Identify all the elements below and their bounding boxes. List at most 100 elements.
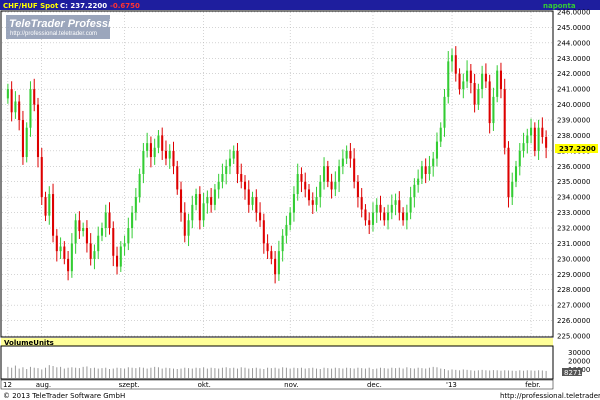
price-tick-label: 236.0000 — [557, 163, 590, 171]
candle-down — [353, 158, 356, 182]
candle-up — [225, 166, 228, 174]
candle-down — [383, 212, 386, 221]
candle-up — [450, 55, 454, 62]
candle-down — [262, 220, 265, 244]
time-tick-label: okt. — [198, 381, 211, 389]
candle-down — [36, 104, 40, 158]
candle-up — [82, 228, 85, 232]
candle-down — [259, 212, 262, 221]
candle-down — [33, 89, 36, 105]
candle-up — [481, 73, 484, 90]
candle-up — [390, 204, 393, 213]
candle-down — [326, 166, 329, 182]
price-tick-label: 242.0000 — [557, 70, 590, 78]
candle-down — [424, 166, 427, 174]
candle-up — [432, 158, 435, 167]
watermark-brand: TeleTrader Professional — [9, 18, 135, 30]
candle-up — [447, 61, 450, 97]
price-tick-label: 232.0000 — [557, 225, 590, 233]
candle-down — [112, 228, 115, 256]
candle-down — [330, 181, 333, 190]
price-tick-label: 240.0000 — [557, 101, 590, 109]
candle-up — [443, 96, 446, 128]
candle-up — [371, 212, 375, 225]
header-change: -0.6750 — [110, 2, 140, 10]
price-tick-label: 231.0000 — [557, 240, 590, 248]
candle-up — [206, 197, 209, 204]
candle-up — [323, 166, 326, 182]
candle-down — [52, 194, 55, 236]
time-tick-label: dec. — [367, 381, 382, 389]
candle-up — [29, 89, 32, 128]
price-axis: 246.0000 245.0000 244.0000 243.0000 242.0000… — [557, 9, 590, 341]
candle-down — [458, 73, 461, 90]
volume-panel — [0, 345, 554, 380]
candle-up — [537, 127, 540, 151]
candle-down — [364, 209, 367, 221]
candle-up — [138, 174, 141, 198]
price-tick-label: 227.0000 — [557, 302, 590, 310]
price-tick-label: 228.0000 — [557, 286, 590, 294]
candle-up — [104, 212, 107, 228]
candle-up — [70, 243, 73, 272]
candle-up — [202, 203, 205, 221]
candle-down — [307, 189, 311, 201]
candle-down — [243, 181, 247, 190]
candle-up — [25, 127, 28, 158]
candle-down — [473, 82, 476, 105]
price-tick-label: 245.0000 — [557, 24, 590, 32]
candle-down — [507, 147, 510, 198]
candle-down — [402, 212, 405, 221]
candle-down — [164, 150, 168, 159]
candle-up — [514, 166, 518, 182]
candle-down — [398, 200, 401, 213]
candle-up — [530, 127, 533, 136]
candle-up — [97, 235, 100, 252]
candle-up — [292, 194, 295, 213]
candle-up — [281, 235, 284, 252]
candle-up — [221, 174, 224, 182]
candle-up — [296, 174, 299, 195]
candle-down — [488, 81, 491, 124]
candle-up — [435, 141, 439, 159]
price-tick-label: 225.0000 — [557, 333, 590, 341]
candle-up — [119, 246, 122, 267]
price-tick-label: 233.0000 — [557, 209, 590, 217]
time-tick-label: nov. — [284, 381, 299, 389]
candle-down — [270, 251, 273, 259]
candle-down — [499, 70, 502, 90]
candle-up — [522, 143, 525, 151]
time-tick-label: '13 — [446, 381, 457, 389]
candle-down — [349, 150, 352, 159]
candle-up — [394, 200, 397, 205]
candle-up — [187, 220, 190, 236]
candle-down — [176, 166, 179, 190]
candle-down — [454, 55, 457, 74]
candle-down — [21, 120, 24, 158]
candle-up — [375, 204, 378, 213]
candle-up — [334, 181, 337, 190]
candle-up — [319, 181, 322, 198]
candle-up — [345, 150, 348, 159]
candle-down — [85, 228, 88, 244]
candle-down — [115, 255, 119, 267]
candle-down — [356, 181, 359, 198]
candle-down — [198, 194, 201, 221]
candle-down — [18, 101, 21, 120]
candle-up — [413, 184, 416, 198]
candle-down — [89, 243, 92, 259]
volume-tick-label: 20000 — [568, 357, 590, 365]
candle-down — [210, 197, 213, 205]
candle-up — [213, 189, 216, 205]
candle-up — [496, 70, 499, 97]
price-tick-label: 243.0000 — [557, 55, 590, 63]
volume-tick-label: 30000 — [568, 349, 590, 357]
candle-up — [142, 150, 145, 174]
candle-up — [74, 220, 77, 244]
candle-up — [232, 150, 235, 159]
candle-down — [484, 73, 487, 82]
candle-up — [386, 212, 390, 221]
candle-up — [405, 212, 408, 221]
candle-up — [59, 246, 62, 252]
footer-url: http://professional.teletrader.com — [500, 392, 600, 400]
